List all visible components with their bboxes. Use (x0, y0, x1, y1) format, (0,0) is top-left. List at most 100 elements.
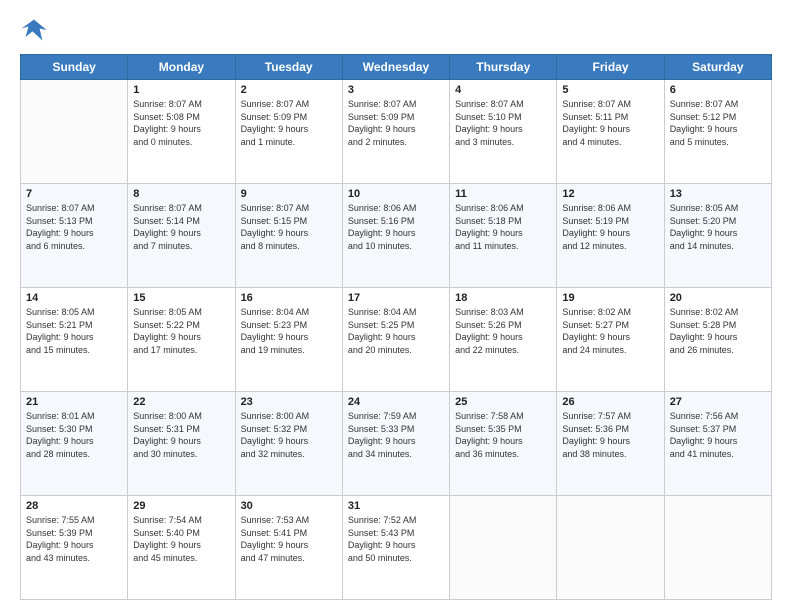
day-info: Sunrise: 8:00 AMSunset: 5:32 PMDaylight:… (241, 410, 337, 460)
day-number: 31 (348, 500, 444, 512)
calendar-cell: 20Sunrise: 8:02 AMSunset: 5:28 PMDayligh… (664, 288, 771, 392)
day-info: Sunrise: 7:55 AMSunset: 5:39 PMDaylight:… (26, 514, 122, 564)
day-info: Sunrise: 8:07 AMSunset: 5:09 PMDaylight:… (348, 98, 444, 148)
calendar-cell (450, 496, 557, 600)
day-info: Sunrise: 8:02 AMSunset: 5:28 PMDaylight:… (670, 306, 766, 356)
week-row-3: 14 Sunrise: 8:05 AMSunset: 5:21 PMDayligh… (21, 288, 772, 392)
header (20, 16, 772, 44)
day-info: Sunrise: 8:07 AMSunset: 5:12 PMDaylight:… (670, 98, 766, 148)
calendar-cell: 9 Sunrise: 8:07 AMSunset: 5:15 PMDaylight… (235, 184, 342, 288)
calendar-cell: 23 Sunrise: 8:00 AMSunset: 5:32 PMDayligh… (235, 392, 342, 496)
day-number: 26 (562, 396, 658, 408)
day-info: Sunrise: 7:54 AMSunset: 5:40 PMDaylight:… (133, 514, 229, 564)
weekday-header-sunday: Sunday (21, 55, 128, 80)
day-info: Sunrise: 8:07 AMSunset: 5:14 PMDaylight:… (133, 202, 229, 252)
calendar-cell: 2 Sunrise: 8:07 AMSunset: 5:09 PMDaylight… (235, 80, 342, 184)
day-info: Sunrise: 8:05 AMSunset: 5:20 PMDaylight:… (670, 202, 766, 252)
day-info: Sunrise: 8:07 AMSunset: 5:13 PMDaylight:… (26, 202, 122, 252)
weekday-header-saturday: Saturday (664, 55, 771, 80)
day-number: 24 (348, 396, 444, 408)
page: SundayMondayTuesdayWednesdayThursdayFrid… (0, 0, 792, 612)
day-number: 16 (241, 292, 337, 304)
day-number: 22 (133, 396, 229, 408)
week-row-5: 28Sunrise: 7:55 AMSunset: 5:39 PMDayligh… (21, 496, 772, 600)
weekday-header-wednesday: Wednesday (342, 55, 449, 80)
day-info: Sunrise: 8:07 AMSunset: 5:11 PMDaylight:… (562, 98, 658, 148)
calendar-table: SundayMondayTuesdayWednesdayThursdayFrid… (20, 54, 772, 600)
calendar-cell: 19Sunrise: 8:02 AMSunset: 5:27 PMDayligh… (557, 288, 664, 392)
day-info: Sunrise: 7:59 AMSunset: 5:33 PMDaylight:… (348, 410, 444, 460)
calendar-cell: 10 Sunrise: 8:06 AMSunset: 5:16 PMDayligh… (342, 184, 449, 288)
day-info: Sunrise: 8:05 AMSunset: 5:21 PMDaylight:… (26, 306, 122, 356)
calendar-cell: 8 Sunrise: 8:07 AMSunset: 5:14 PMDaylight… (128, 184, 235, 288)
day-number: 12 (562, 188, 658, 200)
day-info: Sunrise: 8:00 AMSunset: 5:31 PMDaylight:… (133, 410, 229, 460)
calendar-cell: 24 Sunrise: 7:59 AMSunset: 5:33 PMDayligh… (342, 392, 449, 496)
day-number: 21 (26, 396, 122, 408)
day-number: 11 (455, 188, 551, 200)
day-info: Sunrise: 8:04 AMSunset: 5:25 PMDaylight:… (348, 306, 444, 356)
day-number: 19 (562, 292, 658, 304)
day-number: 13 (670, 188, 766, 200)
day-number: 10 (348, 188, 444, 200)
calendar-cell: 28Sunrise: 7:55 AMSunset: 5:39 PMDayligh… (21, 496, 128, 600)
calendar-cell: 27Sunrise: 7:56 AMSunset: 5:37 PMDayligh… (664, 392, 771, 496)
day-info: Sunrise: 8:05 AMSunset: 5:22 PMDaylight:… (133, 306, 229, 356)
day-number: 6 (670, 84, 766, 96)
day-info: Sunrise: 8:07 AMSunset: 5:15 PMDaylight:… (241, 202, 337, 252)
day-number: 4 (455, 84, 551, 96)
calendar-cell (664, 496, 771, 600)
day-number: 8 (133, 188, 229, 200)
week-row-4: 21 Sunrise: 8:01 AMSunset: 5:30 PMDayligh… (21, 392, 772, 496)
day-info: Sunrise: 7:52 AMSunset: 5:43 PMDaylight:… (348, 514, 444, 564)
calendar-cell: 18Sunrise: 8:03 AMSunset: 5:26 PMDayligh… (450, 288, 557, 392)
logo-icon (20, 16, 48, 44)
week-row-1: 1 Sunrise: 8:07 AMSunset: 5:08 PMDaylight… (21, 80, 772, 184)
calendar-cell: 4 Sunrise: 8:07 AMSunset: 5:10 PMDaylight… (450, 80, 557, 184)
calendar-cell: 21 Sunrise: 8:01 AMSunset: 5:30 PMDayligh… (21, 392, 128, 496)
day-number: 15 (133, 292, 229, 304)
day-info: Sunrise: 8:06 AMSunset: 5:19 PMDaylight:… (562, 202, 658, 252)
day-number: 9 (241, 188, 337, 200)
day-number: 2 (241, 84, 337, 96)
calendar-cell: 3 Sunrise: 8:07 AMSunset: 5:09 PMDaylight… (342, 80, 449, 184)
calendar-cell: 6 Sunrise: 8:07 AMSunset: 5:12 PMDaylight… (664, 80, 771, 184)
day-info: Sunrise: 7:56 AMSunset: 5:37 PMDaylight:… (670, 410, 766, 460)
week-row-2: 7Sunrise: 8:07 AMSunset: 5:13 PMDaylight… (21, 184, 772, 288)
calendar-cell: 11 Sunrise: 8:06 AMSunset: 5:18 PMDayligh… (450, 184, 557, 288)
calendar-cell: 15 Sunrise: 8:05 AMSunset: 5:22 PMDayligh… (128, 288, 235, 392)
calendar-cell: 17 Sunrise: 8:04 AMSunset: 5:25 PMDayligh… (342, 288, 449, 392)
calendar-cell: 16 Sunrise: 8:04 AMSunset: 5:23 PMDayligh… (235, 288, 342, 392)
weekday-header-row: SundayMondayTuesdayWednesdayThursdayFrid… (21, 55, 772, 80)
calendar-cell: 26 Sunrise: 7:57 AMSunset: 5:36 PMDayligh… (557, 392, 664, 496)
calendar-cell: 5 Sunrise: 8:07 AMSunset: 5:11 PMDaylight… (557, 80, 664, 184)
day-info: Sunrise: 7:58 AMSunset: 5:35 PMDaylight:… (455, 410, 551, 460)
calendar-cell: 31 Sunrise: 7:52 AMSunset: 5:43 PMDayligh… (342, 496, 449, 600)
day-info: Sunrise: 8:06 AMSunset: 5:18 PMDaylight:… (455, 202, 551, 252)
day-number: 14 (26, 292, 122, 304)
day-info: Sunrise: 8:07 AMSunset: 5:08 PMDaylight:… (133, 98, 229, 148)
weekday-header-monday: Monday (128, 55, 235, 80)
day-info: Sunrise: 8:03 AMSunset: 5:26 PMDaylight:… (455, 306, 551, 356)
day-number: 30 (241, 500, 337, 512)
day-info: Sunrise: 8:04 AMSunset: 5:23 PMDaylight:… (241, 306, 337, 356)
weekday-header-tuesday: Tuesday (235, 55, 342, 80)
calendar-cell: 30 Sunrise: 7:53 AMSunset: 5:41 PMDayligh… (235, 496, 342, 600)
day-number: 23 (241, 396, 337, 408)
day-info: Sunrise: 7:53 AMSunset: 5:41 PMDaylight:… (241, 514, 337, 564)
calendar-cell: 1 Sunrise: 8:07 AMSunset: 5:08 PMDaylight… (128, 80, 235, 184)
calendar-cell: 7Sunrise: 8:07 AMSunset: 5:13 PMDaylight… (21, 184, 128, 288)
day-info: Sunrise: 7:57 AMSunset: 5:36 PMDaylight:… (562, 410, 658, 460)
day-info: Sunrise: 8:07 AMSunset: 5:09 PMDaylight:… (241, 98, 337, 148)
weekday-header-friday: Friday (557, 55, 664, 80)
day-number: 5 (562, 84, 658, 96)
day-number: 17 (348, 292, 444, 304)
day-info: Sunrise: 8:01 AMSunset: 5:30 PMDaylight:… (26, 410, 122, 460)
day-info: Sunrise: 8:06 AMSunset: 5:16 PMDaylight:… (348, 202, 444, 252)
calendar-cell: 13 Sunrise: 8:05 AMSunset: 5:20 PMDayligh… (664, 184, 771, 288)
day-number: 1 (133, 84, 229, 96)
day-number: 3 (348, 84, 444, 96)
calendar-cell (21, 80, 128, 184)
calendar-cell: 22 Sunrise: 8:00 AMSunset: 5:31 PMDayligh… (128, 392, 235, 496)
day-info: Sunrise: 8:07 AMSunset: 5:10 PMDaylight:… (455, 98, 551, 148)
